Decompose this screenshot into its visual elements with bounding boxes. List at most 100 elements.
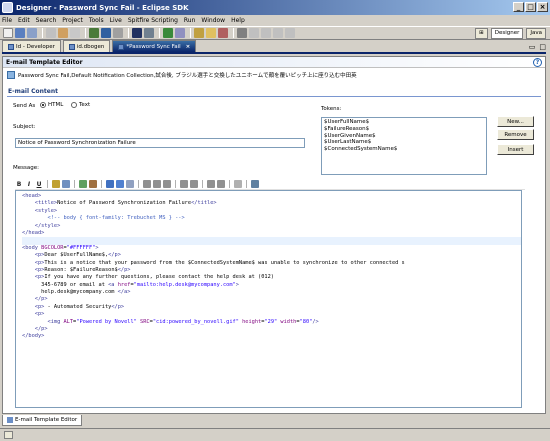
subject-input[interactable]: Notice of Password Synchronization Failu…: [15, 138, 305, 148]
code-line: <!-- body { font-family: Trebuchet MS } …: [47, 215, 185, 222]
align-center-icon[interactable]: [153, 180, 161, 188]
code-line: <head>: [22, 193, 42, 199]
tab-password-sync-fail[interactable]: *Password Sync Fail ×: [112, 40, 197, 52]
tx-icon[interactable]: [132, 28, 142, 38]
menu-tools[interactable]: Tools: [89, 17, 104, 24]
menu-spitfire-scripting[interactable]: Spitfire Scripting: [128, 17, 178, 24]
perspective-designer[interactable]: Designer: [490, 27, 524, 39]
main-toolbar: [0, 26, 550, 40]
paste-icon[interactable]: [58, 28, 68, 38]
code-line: <style>: [34, 207, 58, 214]
help-icon[interactable]: ?: [533, 58, 542, 67]
token-item[interactable]: $UserGivenName$: [324, 133, 484, 140]
tab-controls: ▭ □: [529, 43, 546, 51]
subject-label: Subject:: [13, 124, 36, 130]
new-token-button[interactable]: New...: [497, 116, 534, 127]
code-line: <p>If you have any further questions, pl…: [34, 274, 274, 281]
source-view-icon[interactable]: [234, 180, 242, 188]
new-icon[interactable]: [3, 28, 13, 38]
deploy-icon[interactable]: [101, 28, 111, 38]
font-color-icon[interactable]: [52, 180, 60, 188]
print-icon[interactable]: [27, 28, 37, 38]
token-item[interactable]: $FailureReason$: [324, 126, 484, 133]
tokens-list[interactable]: $UserFullName$ $FailureReason$ $UserGive…: [321, 117, 487, 175]
menu-run[interactable]: Run: [184, 17, 196, 24]
token-item[interactable]: $UserLastName$: [324, 139, 484, 146]
align-left-icon[interactable]: [143, 180, 151, 188]
email-template-icon: [118, 43, 125, 50]
close-button[interactable]: ×: [537, 2, 548, 12]
project-icon: [8, 43, 14, 50]
fast-view-icon[interactable]: [4, 431, 13, 439]
token-item[interactable]: $ConnectedSystemName$: [324, 146, 484, 153]
open-perspective-button[interactable]: ⊞: [475, 27, 488, 39]
next-annotation-icon[interactable]: [249, 28, 259, 38]
copy-icon[interactable]: [46, 28, 56, 38]
menu-window[interactable]: Window: [201, 17, 225, 24]
send-as-html-radio[interactable]: HTML: [40, 102, 63, 108]
indent-icon[interactable]: [180, 180, 188, 188]
code-line: </p>: [34, 296, 48, 303]
font-size-icon[interactable]: [62, 180, 70, 188]
back-icon[interactable]: [273, 28, 283, 38]
remove-token-button[interactable]: Remove: [497, 129, 534, 140]
perspective-java[interactable]: Java: [526, 27, 546, 39]
search-icon[interactable]: [194, 28, 204, 38]
token-item[interactable]: $UserFullName$: [324, 119, 484, 126]
code-line: 345-6789 or email at <a href="mailto:hel…: [22, 281, 239, 288]
code-line: <p>This is a notice that your password f…: [34, 259, 405, 266]
close-tab-icon[interactable]: ×: [186, 44, 191, 50]
validate-icon[interactable]: [113, 28, 123, 38]
menu-file[interactable]: File: [2, 17, 12, 24]
insert-token-button[interactable]: Insert: [497, 144, 534, 155]
link-icon[interactable]: [89, 180, 97, 188]
menu-project[interactable]: Project: [62, 17, 83, 24]
debug-icon[interactable]: [175, 28, 185, 38]
forward-icon[interactable]: [285, 28, 295, 38]
build-icon[interactable]: [89, 28, 99, 38]
minimize-view-icon[interactable]: ▭: [529, 43, 536, 51]
email-template-editor: E-mail Template Editor ? Password Sync F…: [2, 56, 546, 414]
code-line: [22, 237, 521, 245]
code-line: <img ALT="Powered by Novell" SRC="cid:po…: [47, 318, 319, 325]
image-icon[interactable]: [106, 180, 114, 188]
italic-button[interactable]: I: [25, 180, 33, 188]
tab-email-template-editor[interactable]: E-mail Template Editor: [2, 414, 83, 426]
minimize-button[interactable]: _: [513, 2, 524, 12]
file-icon: [68, 43, 75, 50]
menu-live[interactable]: Live: [110, 17, 122, 24]
align-right-icon[interactable]: [163, 180, 171, 188]
message-source-editor[interactable]: <head> <title>Notice of Password Synchro…: [15, 190, 522, 408]
find-icon[interactable]: [79, 180, 87, 188]
editor-bottom-tabs: E-mail Template Editor: [2, 414, 546, 426]
pencil-icon[interactable]: [206, 28, 216, 38]
menu-edit[interactable]: Edit: [18, 17, 30, 24]
send-as-text-radio[interactable]: Text: [71, 102, 90, 108]
maximize-view-icon[interactable]: □: [539, 43, 546, 51]
underline-button[interactable]: U: [35, 180, 43, 188]
save-icon[interactable]: [15, 28, 25, 38]
bold-button[interactable]: B: [15, 180, 23, 188]
bullet-list-icon[interactable]: [217, 180, 225, 188]
prev-annotation-icon[interactable]: [261, 28, 271, 38]
outdent-icon[interactable]: [190, 180, 198, 188]
menu-search[interactable]: Search: [36, 17, 57, 24]
run-icon[interactable]: [163, 28, 173, 38]
numbered-list-icon[interactable]: [207, 180, 215, 188]
edit-icon[interactable]: [144, 28, 154, 38]
table-icon[interactable]: [126, 180, 134, 188]
preview-icon[interactable]: [251, 180, 259, 188]
code-line: help.desk@mycompany.com </a>: [22, 289, 131, 296]
menu-help[interactable]: Help: [231, 17, 245, 24]
code-line: <title>Notice of Password Synchronizatio…: [34, 200, 217, 207]
tab-id-developer[interactable]: Id - Developer: [2, 40, 61, 52]
maximize-button[interactable]: □: [525, 2, 536, 12]
html-icon[interactable]: [116, 180, 124, 188]
tab-id-dbogen[interactable]: id.dbogen: [62, 40, 111, 52]
undo-icon[interactable]: [70, 28, 80, 38]
code-line: <p>Reason: $FailureReason$</p>: [34, 266, 131, 273]
globe-icon[interactable]: [237, 28, 247, 38]
bookmark-icon[interactable]: [218, 28, 228, 38]
title-bar: Designer - Password Sync Fail - Eclipse …: [0, 0, 550, 15]
email-content-section-title: E-mail Content: [7, 88, 541, 97]
